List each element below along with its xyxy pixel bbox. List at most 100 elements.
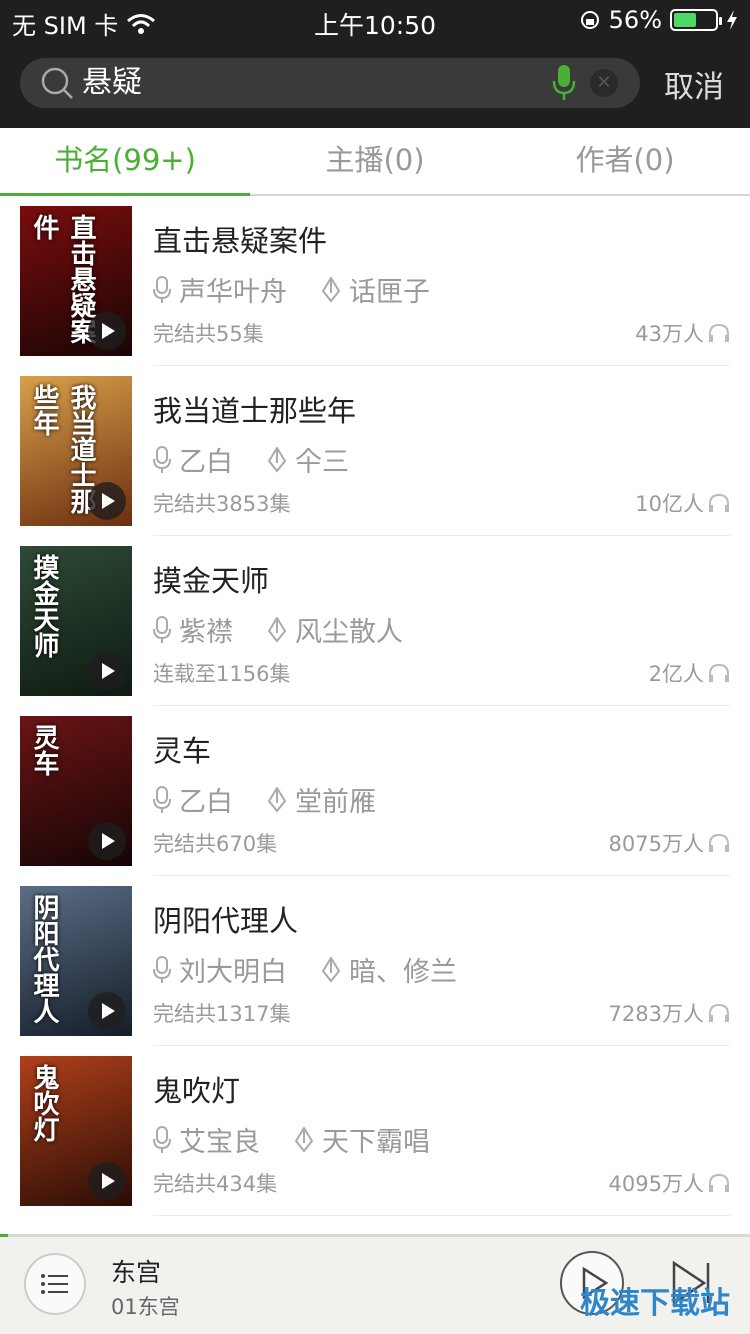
search-input[interactable]: 悬疑 ✕ (20, 58, 640, 108)
list-item[interactable]: 我当道士那些年 我当道士那些年 乙白 仐三 完结共3853集 10亿人 (0, 366, 750, 536)
book-episode-status: 完结共434集 (153, 1172, 278, 1196)
status-bar: 无 SIM 卡 上午10:50 56% (0, 0, 750, 40)
book-episode-status: 完结共55集 (153, 322, 264, 346)
book-play-count: 4095万人 (609, 1168, 730, 1198)
list-item[interactable]: 鬼吹灯 鬼吹灯 艾宝良 天下霸唱 完结共434集 4095万人 (0, 1046, 750, 1216)
book-narrator: 刘大明白 (179, 957, 287, 988)
book-cover[interactable]: 灵车 (20, 716, 132, 866)
headphones-icon (709, 1003, 729, 1022)
headphones-icon (709, 833, 729, 852)
orientation-lock-icon (580, 11, 599, 29)
book-author: 仐三 (295, 447, 349, 478)
mini-player[interactable]: 东宫 01东宫 极速下载站 (0, 1234, 750, 1334)
play-count-text: 8075万人 (608, 832, 704, 856)
cancel-button[interactable]: 取消 (664, 62, 724, 106)
headphones-icon (709, 493, 729, 512)
book-meta: 乙白 仐三 (153, 440, 349, 479)
play-icon[interactable] (88, 312, 126, 350)
author-pen-icon (321, 276, 341, 303)
clear-icon[interactable]: ✕ (590, 69, 618, 97)
play-icon[interactable] (88, 482, 126, 520)
tab-bar: 书名(99+) 主播(0) 作者(0) (0, 128, 750, 196)
tab-narrator[interactable]: 主播(0) (250, 128, 500, 194)
book-play-count: 7283万人 (609, 998, 730, 1028)
book-author: 堂前雁 (295, 787, 376, 818)
author-pen-icon (267, 786, 287, 813)
narrator-mic-icon (153, 275, 171, 303)
book-title: 直击悬疑案件 (153, 224, 328, 258)
book-narrator: 艾宝良 (179, 1127, 260, 1158)
book-cover[interactable]: 直击悬疑案件 (20, 206, 132, 356)
book-cover[interactable]: 摸金天师 (20, 546, 132, 696)
row-divider (153, 1215, 730, 1216)
tab-book-title[interactable]: 书名(99+) (0, 128, 250, 196)
book-narrator: 乙白 (179, 447, 233, 478)
book-play-count: 10亿人 (635, 488, 730, 518)
play-icon[interactable] (88, 652, 126, 690)
book-episode-status: 完结共3853集 (153, 492, 291, 516)
search-header: 悬疑 ✕ 取消 (0, 40, 750, 128)
book-episode-status: 连载至1156集 (153, 662, 291, 686)
book-meta: 声华叶舟 话匣子 (153, 270, 430, 309)
book-title: 摸金天师 (153, 564, 270, 598)
author-pen-icon (267, 616, 287, 643)
play-count-text: 10亿人 (635, 492, 704, 516)
author-pen-icon (294, 1126, 314, 1153)
book-cover[interactable]: 鬼吹灯 (20, 1056, 132, 1206)
book-cover[interactable]: 我当道士那些年 (20, 376, 132, 526)
tab-author[interactable]: 作者(0) (500, 128, 750, 194)
book-meta: 紫襟 风尘散人 (153, 610, 403, 649)
author-pen-icon (321, 956, 341, 983)
book-list: 直击悬疑案件 直击悬疑案件 声华叶舟 话匣子 完结共55集 43万人 我当道士那… (0, 196, 750, 1216)
narrator-mic-icon (153, 955, 171, 983)
book-episode-status: 完结共670集 (153, 832, 278, 856)
book-title: 我当道士那些年 (153, 394, 357, 428)
author-pen-icon (267, 446, 287, 473)
search-query[interactable]: 悬疑 (82, 64, 142, 102)
search-icon (41, 67, 73, 99)
list-item[interactable]: 灵车 灵车 乙白 堂前雁 完结共670集 8075万人 (0, 706, 750, 876)
book-play-count: 8075万人 (609, 828, 730, 858)
book-narrator: 乙白 (179, 787, 233, 818)
book-author: 天下霸唱 (322, 1127, 430, 1158)
play-count-text: 7283万人 (608, 1002, 704, 1026)
list-item[interactable]: 阴阳代理人 阴阳代理人 刘大明白 暗、修兰 完结共1317集 7283万人 (0, 876, 750, 1046)
book-meta: 艾宝良 天下霸唱 (153, 1120, 430, 1159)
charging-icon (727, 10, 737, 30)
status-right: 56% (579, 6, 738, 34)
book-narrator: 声华叶舟 (179, 277, 287, 308)
headphones-icon (709, 1173, 729, 1192)
cover-title-art: 鬼吹灯 (29, 1064, 59, 1142)
playlist-icon (41, 1274, 68, 1294)
mic-icon[interactable] (552, 64, 576, 102)
narrator-mic-icon (153, 785, 171, 813)
book-episode-status: 完结共1317集 (153, 1002, 291, 1026)
list-item[interactable]: 直击悬疑案件 直击悬疑案件 声华叶舟 话匣子 完结共55集 43万人 (0, 196, 750, 366)
play-icon[interactable] (88, 1162, 126, 1200)
play-count-text: 2亿人 (648, 662, 704, 686)
watermark: 极速下载站 (580, 1286, 730, 1321)
book-title: 灵车 (153, 734, 212, 768)
play-count-text: 43万人 (635, 322, 704, 346)
play-icon[interactable] (88, 992, 126, 1030)
headphones-icon (709, 323, 729, 342)
book-meta: 乙白 堂前雁 (153, 780, 376, 819)
book-author: 话匣子 (349, 277, 430, 308)
book-narrator: 紫襟 (179, 617, 233, 648)
book-title: 鬼吹灯 (153, 1074, 241, 1108)
list-item[interactable]: 摸金天师 摸金天师 紫襟 风尘散人 连载至1156集 2亿人 (0, 536, 750, 706)
book-cover[interactable]: 阴阳代理人 (20, 886, 132, 1036)
book-title: 阴阳代理人 (153, 904, 299, 938)
narrator-mic-icon (153, 445, 171, 473)
battery-fill (674, 13, 697, 27)
play-icon[interactable] (88, 822, 126, 860)
narrator-mic-icon (153, 615, 171, 643)
book-play-count: 43万人 (635, 318, 730, 348)
cover-title-art: 阴阳代理人 (29, 894, 59, 1024)
play-count-text: 4095万人 (608, 1172, 704, 1196)
book-meta: 刘大明白 暗、修兰 (153, 950, 457, 989)
book-author: 暗、修兰 (349, 957, 457, 988)
playlist-button[interactable] (24, 1253, 86, 1315)
headphones-icon (709, 663, 729, 682)
cover-title-art: 灵车 (29, 724, 59, 776)
